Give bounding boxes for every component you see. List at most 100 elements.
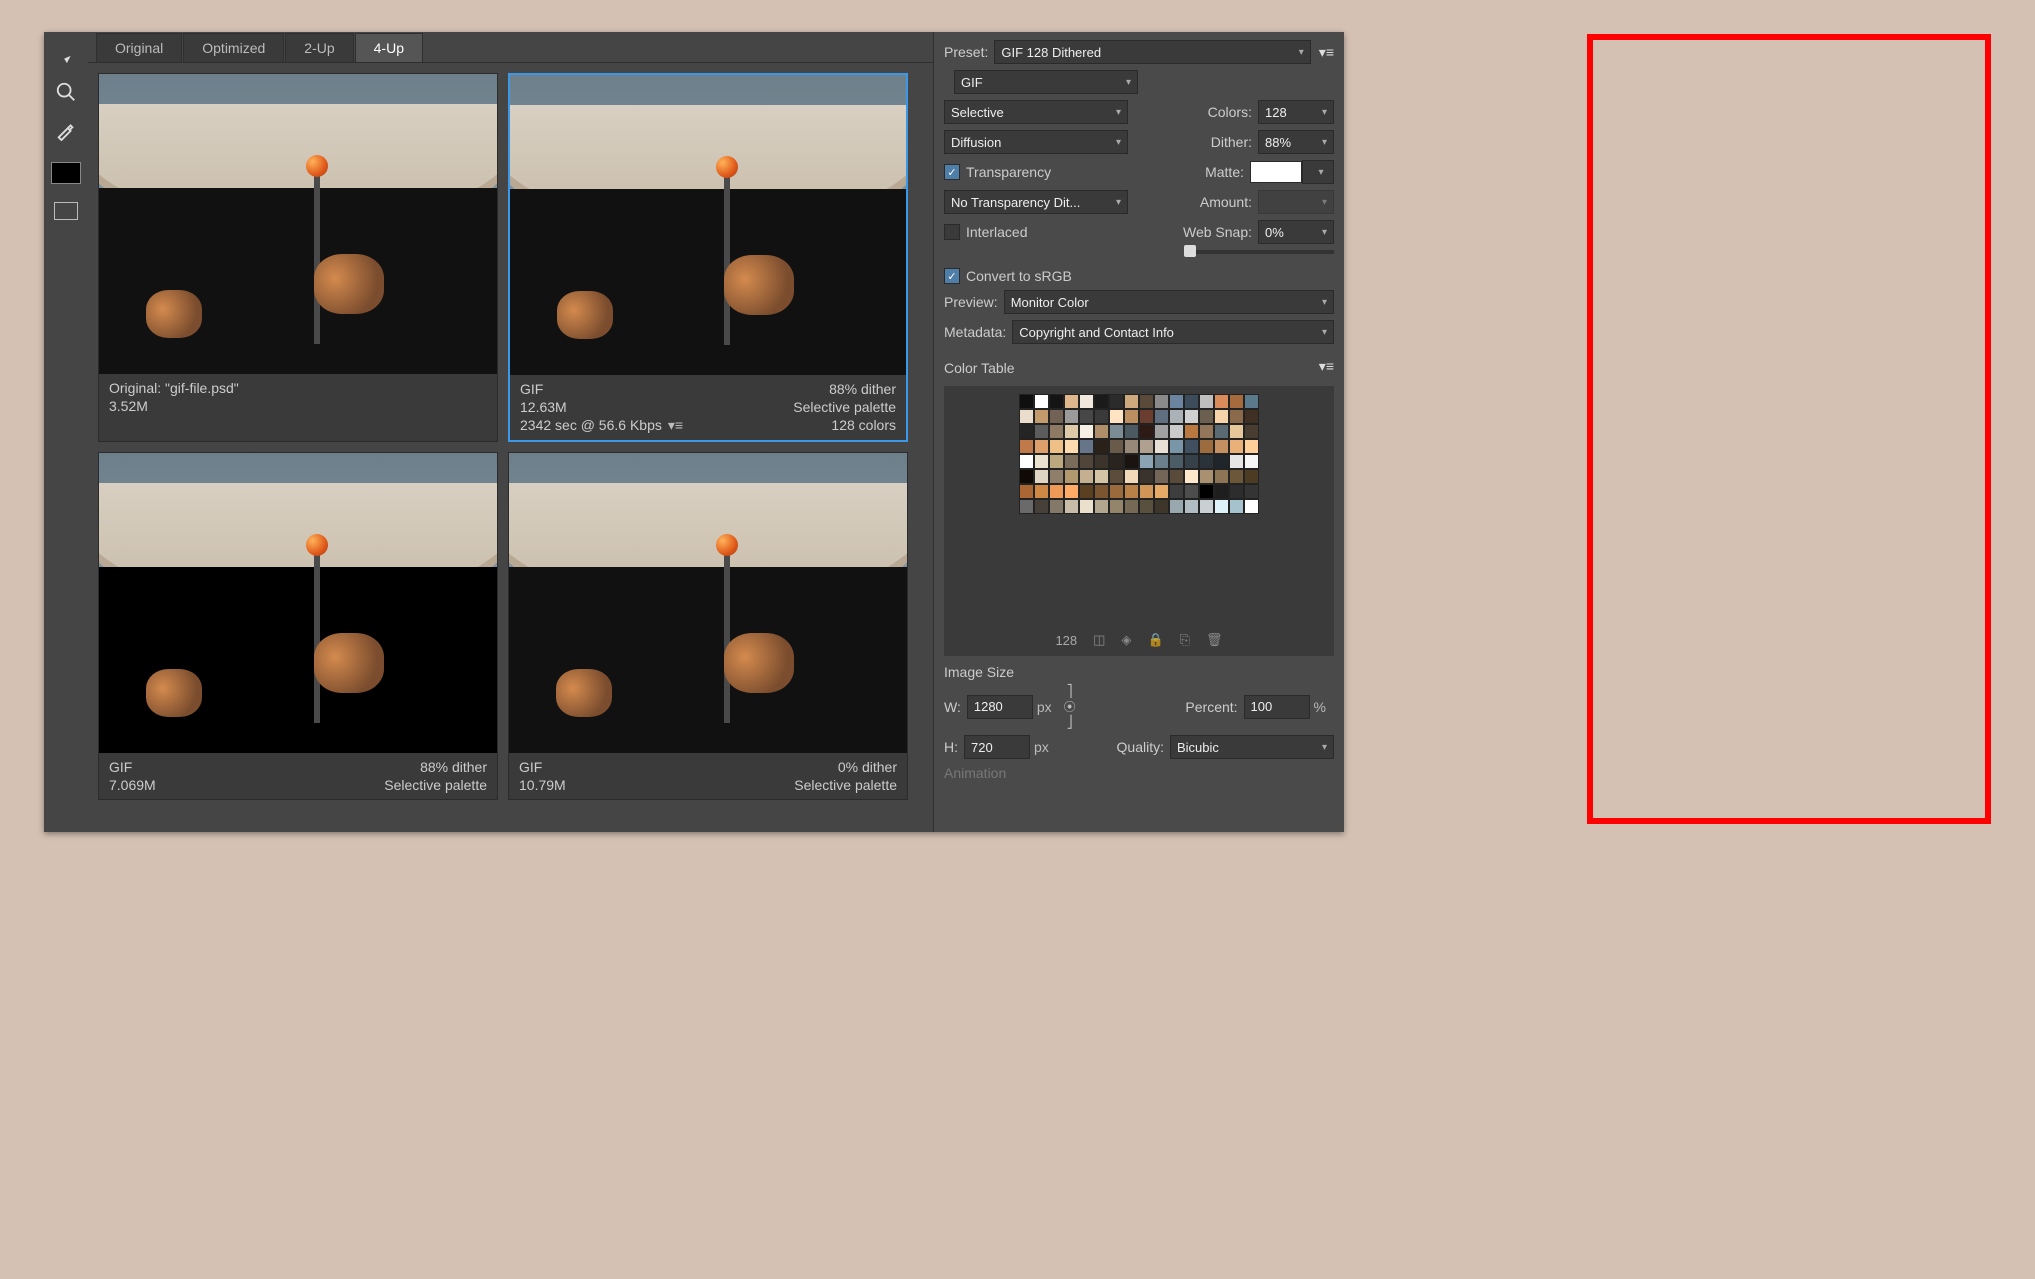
color-swatch[interactable] xyxy=(1094,484,1109,499)
color-swatch[interactable] xyxy=(1214,469,1229,484)
color-swatch[interactable] xyxy=(1034,424,1049,439)
color-swatch[interactable] xyxy=(1229,484,1244,499)
color-swatch[interactable] xyxy=(1049,499,1064,514)
color-swatch[interactable] xyxy=(1184,439,1199,454)
matte-dropdown[interactable]: ▾ xyxy=(1302,160,1334,184)
color-swatch[interactable] xyxy=(1214,424,1229,439)
color-swatch[interactable] xyxy=(1139,424,1154,439)
transparency-checkbox[interactable]: ✓ xyxy=(944,164,960,180)
color-swatch[interactable] xyxy=(1199,424,1214,439)
color-swatch[interactable] xyxy=(1094,439,1109,454)
color-swatch[interactable] xyxy=(1124,499,1139,514)
color-swatch[interactable] xyxy=(1154,394,1169,409)
color-reduction-dropdown[interactable]: Selective▾ xyxy=(944,100,1128,124)
color-swatch[interactable] xyxy=(1154,484,1169,499)
color-swatch[interactable] xyxy=(1019,439,1034,454)
color-swatch[interactable] xyxy=(1079,469,1094,484)
color-swatch[interactable] xyxy=(1169,454,1184,469)
color-swatch[interactable] xyxy=(1049,409,1064,424)
color-swatch[interactable] xyxy=(1199,439,1214,454)
dither-amount-stepper[interactable]: 88%▾ xyxy=(1258,130,1334,154)
color-swatch[interactable] xyxy=(1034,454,1049,469)
color-swatch[interactable] xyxy=(1094,394,1109,409)
panel-menu-icon[interactable]: ▾≡ xyxy=(1319,44,1334,61)
color-swatch[interactable] xyxy=(1034,409,1049,424)
color-swatch[interactable] xyxy=(1019,454,1034,469)
color-swatch[interactable] xyxy=(1034,439,1049,454)
color-swatch[interactable] xyxy=(1154,409,1169,424)
color-swatch[interactable] xyxy=(1184,484,1199,499)
shift-websafe-icon[interactable]: ◈ xyxy=(1121,632,1131,648)
preset-dropdown[interactable]: GIF 128 Dithered▾ xyxy=(994,40,1310,64)
color-swatch[interactable] xyxy=(1154,469,1169,484)
color-swatch[interactable] xyxy=(1079,439,1094,454)
color-swatch[interactable] xyxy=(1049,439,1064,454)
color-swatch[interactable] xyxy=(1034,484,1049,499)
color-swatch[interactable] xyxy=(1229,454,1244,469)
color-swatch[interactable] xyxy=(1124,469,1139,484)
color-swatch[interactable] xyxy=(1124,409,1139,424)
color-swatch[interactable] xyxy=(1154,424,1169,439)
width-input[interactable]: 1280 xyxy=(967,695,1033,719)
color-swatch[interactable] xyxy=(1064,394,1079,409)
color-swatch[interactable] xyxy=(1094,409,1109,424)
color-swatch[interactable] xyxy=(1034,499,1049,514)
eyedropper-tool-icon[interactable] xyxy=(52,116,80,144)
preview-pane-0[interactable]: Original: "gif-file.psd" 3.52M xyxy=(98,73,498,442)
color-swatch[interactable] xyxy=(1139,454,1154,469)
color-swatch[interactable] xyxy=(1049,454,1064,469)
color-swatch[interactable] xyxy=(1184,469,1199,484)
tab-2up[interactable]: 2-Up xyxy=(285,33,353,62)
color-swatch[interactable] xyxy=(1094,499,1109,514)
color-swatch[interactable] xyxy=(1229,469,1244,484)
color-swatch[interactable] xyxy=(1109,454,1124,469)
matte-color-swatch[interactable] xyxy=(1250,161,1302,183)
dither-algorithm-dropdown[interactable]: Diffusion▾ xyxy=(944,130,1128,154)
color-swatch[interactable] xyxy=(1124,439,1139,454)
color-swatch[interactable] xyxy=(1049,394,1064,409)
color-swatch[interactable] xyxy=(1109,484,1124,499)
color-swatch[interactable] xyxy=(1184,499,1199,514)
constrain-proportions-icon[interactable]: ⎤⦿⎦ xyxy=(1064,684,1076,729)
metadata-dropdown[interactable]: Copyright and Contact Info▾ xyxy=(1012,320,1334,344)
color-swatch[interactable] xyxy=(1109,439,1124,454)
color-swatch[interactable] xyxy=(1139,409,1154,424)
colortable-menu-icon[interactable]: ▾≡ xyxy=(1319,358,1334,375)
preview-dropdown[interactable]: Monitor Color▾ xyxy=(1004,290,1334,314)
color-swatch[interactable] xyxy=(1229,499,1244,514)
color-swatch[interactable] xyxy=(1109,499,1124,514)
color-swatch[interactable] xyxy=(1244,484,1259,499)
color-swatch[interactable] xyxy=(1079,499,1094,514)
color-swatch[interactable] xyxy=(1139,484,1154,499)
tab-4up[interactable]: 4-Up xyxy=(355,33,423,62)
convert-srgb-checkbox[interactable]: ✓ xyxy=(944,268,960,284)
color-swatch[interactable] xyxy=(1244,499,1259,514)
color-swatch[interactable] xyxy=(1214,484,1229,499)
color-swatch[interactable] xyxy=(1049,424,1064,439)
color-swatch[interactable] xyxy=(1184,409,1199,424)
preview-menu-icon[interactable]: ▾≡ xyxy=(668,417,683,434)
color-swatch[interactable] xyxy=(1214,394,1229,409)
color-swatch[interactable] xyxy=(1229,394,1244,409)
color-swatch[interactable] xyxy=(1154,439,1169,454)
color-swatch[interactable] xyxy=(1184,454,1199,469)
color-swatch[interactable] xyxy=(1154,454,1169,469)
color-swatch[interactable] xyxy=(1199,394,1214,409)
color-swatch[interactable] xyxy=(1214,439,1229,454)
color-swatch[interactable] xyxy=(1094,469,1109,484)
color-swatch[interactable] xyxy=(1079,454,1094,469)
color-swatch[interactable] xyxy=(1094,424,1109,439)
map-transparent-icon[interactable]: ◫ xyxy=(1093,632,1105,648)
color-swatch[interactable] xyxy=(1199,409,1214,424)
color-swatch[interactable] xyxy=(1169,469,1184,484)
color-swatch[interactable] xyxy=(1169,424,1184,439)
color-swatch[interactable] xyxy=(1199,499,1214,514)
color-swatch[interactable] xyxy=(1079,409,1094,424)
color-swatch[interactable] xyxy=(1184,394,1199,409)
color-swatch[interactable] xyxy=(1214,499,1229,514)
color-swatch[interactable] xyxy=(1064,439,1079,454)
transparency-dither-dropdown[interactable]: No Transparency Dit...▾ xyxy=(944,190,1128,214)
color-swatch[interactable] xyxy=(1109,394,1124,409)
percent-input[interactable]: 100 xyxy=(1244,695,1310,719)
lossy-slider[interactable] xyxy=(1184,250,1334,254)
